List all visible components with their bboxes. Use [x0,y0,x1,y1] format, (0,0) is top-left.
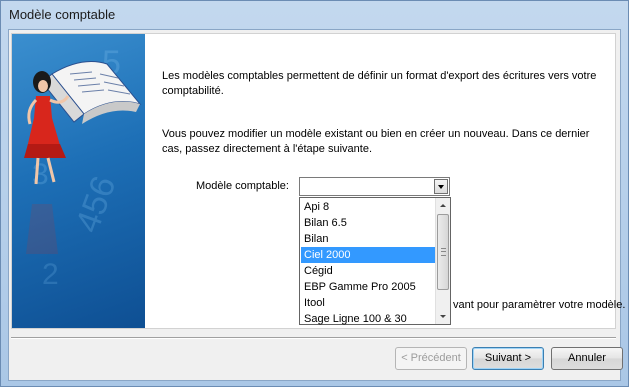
model-dropdown-list[interactable]: Api 8 Bilan 6.5 Bilan Ciel 2000 Cégid EB… [299,197,451,325]
next-button[interactable]: Suivant > [472,347,544,370]
scroll-up-arrow-icon[interactable] [436,198,450,213]
svg-text:2: 2 [42,258,59,291]
list-item[interactable]: Sage Ligne 100 & 30 [301,311,435,327]
dialog-window: Modèle comptable 5 3 456 2 Les modèles c… [0,0,629,387]
intro-paragraph: Les modèles comptables permettent de déf… [162,70,597,97]
title-bar[interactable]: Modèle comptable [1,1,628,29]
obscured-instruction-text: vant pour paramètrer votre modèle. [453,299,626,311]
list-item[interactable]: Bilan 6.5 [301,215,435,231]
instruction-paragraph: Vous pouvez modifier un modèle existant … [162,128,590,155]
cancel-button[interactable]: Annuler [551,347,623,370]
window-title: Modèle comptable [9,7,116,22]
list-item[interactable]: Itool [301,295,435,311]
book-woman-illustration: 5 3 456 2 [24,44,142,291]
model-label: Modèle comptable: [196,180,289,192]
svg-text:3: 3 [32,158,49,191]
list-item[interactable]: Cégid [301,263,435,279]
previous-button[interactable]: < Précédent [395,347,467,370]
list-item[interactable]: EBP Gamme Pro 2005 [301,279,435,295]
combo-dropdown-button[interactable] [434,179,448,194]
wizard-panel: 5 3 456 2 Les modèles comptables permett… [11,33,625,329]
list-item[interactable]: Bilan [301,231,435,247]
button-separator [11,337,616,339]
svg-text:456: 456 [68,171,123,237]
list-item[interactable]: Api 8 [301,199,435,215]
dropdown-scrollbar[interactable] [435,198,450,324]
list-item-selected[interactable]: Ciel 2000 [301,247,435,263]
scroll-down-arrow-icon[interactable] [436,309,450,324]
grip-icon [441,248,446,256]
wizard-illustration: 5 3 456 2 [12,34,145,328]
model-combobox[interactable] [299,177,450,196]
scroll-thumb[interactable] [437,214,449,290]
dialog-client-area: 5 3 456 2 Les modèles comptables permett… [8,29,625,381]
